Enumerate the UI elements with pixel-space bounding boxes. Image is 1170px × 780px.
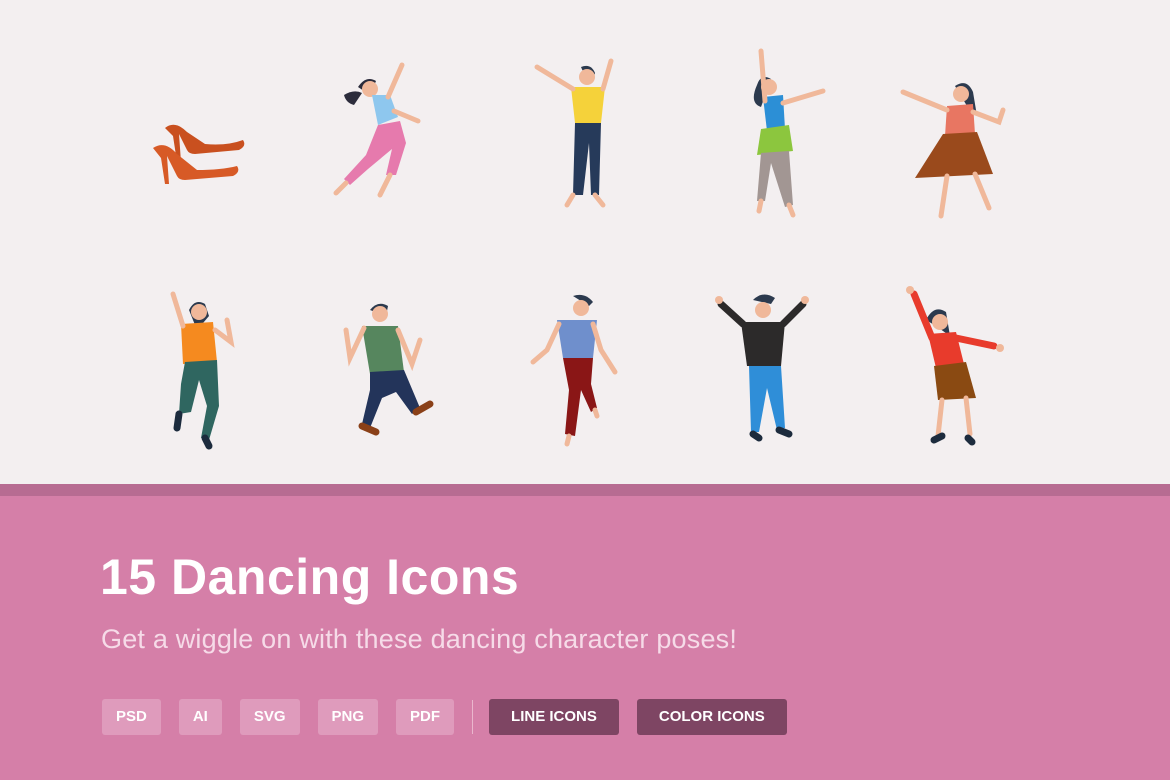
tag-pdf: PDF xyxy=(396,699,455,735)
dancer-green-skirt-icon xyxy=(705,45,845,225)
page-subtitle: Get a wiggle on with these dancing chara… xyxy=(101,624,738,654)
tag-psd: PSD xyxy=(102,699,161,735)
tag-svg: SVG xyxy=(239,699,300,735)
page-title: 15 Dancing Icons xyxy=(100,549,520,605)
dancer-yellow-shirt-icon xyxy=(515,45,655,225)
dancer-green-shirt-icon xyxy=(320,280,460,460)
dancer-orange-shirt-icon xyxy=(135,280,275,460)
dancer-brown-skirt-icon xyxy=(885,70,1025,250)
icon-gallery xyxy=(0,0,1170,484)
tag-color-icons: COLOR ICONS xyxy=(636,699,787,735)
high-heels-icon xyxy=(135,70,275,250)
tag-ai: AI xyxy=(178,699,222,735)
tag-line-icons: LINE ICONS xyxy=(489,699,619,735)
tag-separator xyxy=(472,700,474,734)
divider-band xyxy=(0,484,1170,496)
dancer-pink-pants-icon xyxy=(310,45,450,225)
format-tags: PSD AI SVG PNG PDF LINE ICONS COLOR ICON… xyxy=(102,699,805,735)
dancer-black-shirt-icon xyxy=(695,280,835,460)
dancer-blue-shirt-icon xyxy=(505,280,645,460)
tag-png: PNG xyxy=(317,699,379,735)
dancer-red-top-icon xyxy=(880,280,1020,460)
